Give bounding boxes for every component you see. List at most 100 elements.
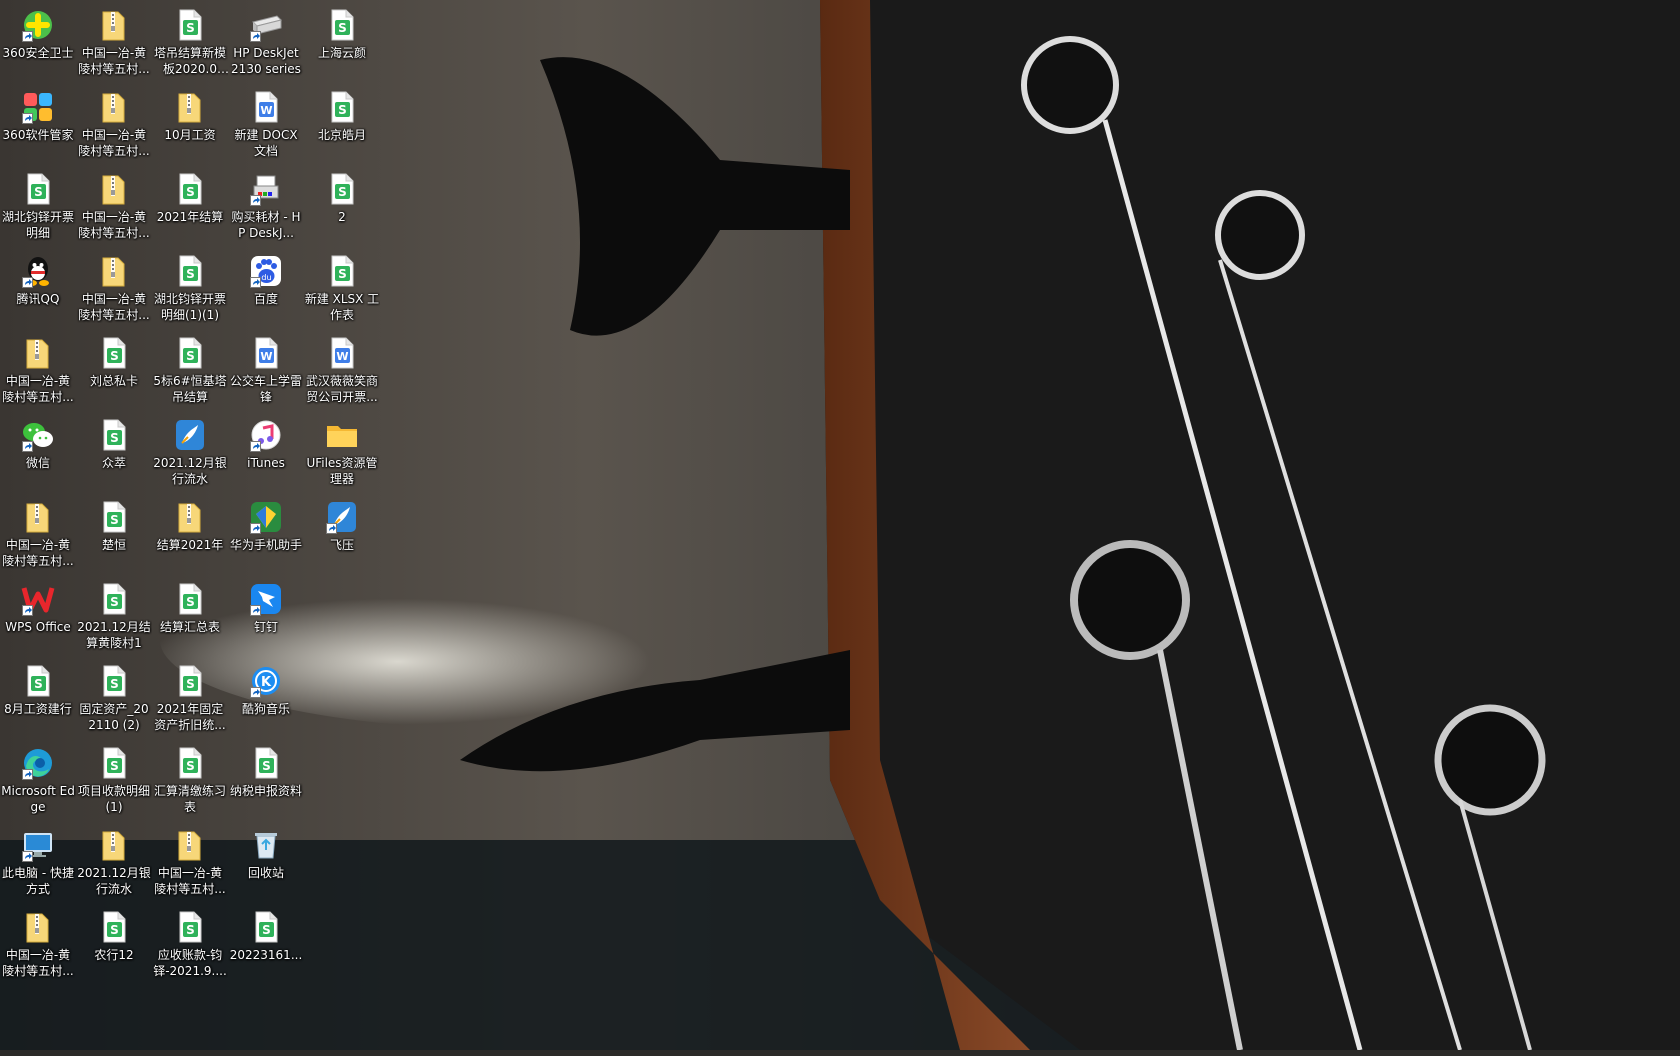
desktop-icon-49[interactable]: S 北京皓月 [304,88,380,168]
desktop-icon-13[interactable]: 中国一冶-黄陵村等五村... [76,88,152,168]
sheet-icon: S [173,254,207,288]
desktop-icon-12-23[interactable]: S 农行12 [76,908,152,988]
desktop-icon-itunes-41[interactable]: iTunes [228,416,304,496]
desktop-icon-label: iTunes [247,456,285,470]
desktop-icon-34[interactable]: 中国一冶-黄陵村等五村... [152,826,228,906]
sheet-icon: S [325,172,359,206]
desktop-icon-2020-08-24[interactable]: S 塔吊结算新模板2020.08.... [152,6,228,86]
desktop-icon-hp-deskj-38[interactable]: 购买耗材 - HP DeskJ... [228,170,304,250]
desktop-icon-4[interactable]: 中国一冶-黄陵村等五村... [0,334,76,414]
desktop-icon-label: 新建 XLSX 工作表 [304,292,380,322]
desktop-icon-label: 北京皓月 [317,128,366,142]
shortcut-arrow-icon [22,851,33,862]
desktop-icon-microsoft-edge-9[interactable]: Microsoft Edge [0,744,76,824]
desktop-icon-202110-2-20[interactable]: S 固定资产_202110 (2) [76,662,152,742]
feiya-icon [173,418,207,452]
desktop-icon-44[interactable]: K 酷狗音乐 [228,662,304,742]
desktop-icon-46[interactable]: 回收站 [228,826,304,906]
sheet-icon: S [97,418,131,452]
desktop-icon-label: 华为手机助手 [229,538,302,552]
desktop-icon-43[interactable]: 钉钉 [228,580,304,660]
desktop-icon-5[interactable]: 微信 [0,416,76,496]
svg-text:W: W [336,350,348,363]
shortcut-arrow-icon [250,605,261,616]
desktop-icon-2021-12-1-19[interactable]: S 2021.12月结算黄陵村1 [76,580,152,660]
desktop-icon-1-21[interactable]: S 项目收款明细(1) [76,744,152,824]
desktop-icon-label: 湖北钧铎开票明细 [1,210,74,240]
doc-icon: W [325,336,359,370]
sheet-icon: S [249,746,283,780]
desktop-icon-label: 中国一冶-黄陵村等五村... [154,866,226,896]
desktop-icon-label: 农行12 [94,948,134,962]
desktop-icon-12[interactable]: 中国一冶-黄陵村等五村... [76,6,152,86]
desktop-icon-2[interactable]: S 湖北钧铎开票明细 [0,170,76,250]
svg-text:W: W [260,104,272,117]
feiya-icon [325,500,359,534]
desktop-icon-label: 360安全卫士 [2,46,74,60]
desktop-icon-10[interactable]: 此电脑 - 快捷方式 [0,826,76,906]
desktop-icon-label: 2021年结算 [156,210,224,224]
desktop-icon-xlsx-51[interactable]: S 新建 XLSX 工作表 [304,252,380,332]
folder-zip-icon [21,500,55,534]
desktop-icon-2021-9-35[interactable]: S 应收账款-钧铎-2021.9.... [152,908,228,988]
desktop-icon-2021-30[interactable]: 结算2021年 [152,498,228,578]
desktop-icon-54[interactable]: 飞压 [304,498,380,578]
desktop-icon-8-8[interactable]: S 8月工资建行 [0,662,76,742]
desktop-icon-label: 应收账款-钧铎-2021.9.... [153,948,227,978]
desktop-icon-label: 中国一冶-黄陵村等五村... [78,292,150,322]
svg-text:S: S [186,923,195,937]
desktop-icon-label: 2 [338,210,346,224]
desktop-icon-360-1[interactable]: 360软件管家 [0,88,76,168]
desktop-icon-wps-office-7[interactable]: WPS Office [0,580,76,660]
desktop-icon-hp-deskjet-2130-series-36[interactable]: HP DeskJet 2130 series [228,6,304,86]
desktop-icon-42[interactable]: 华为手机助手 [228,498,304,578]
desktop-icon-18[interactable]: S 楚恒 [76,498,152,578]
svg-text:W: W [260,350,272,363]
desktop-icon-45[interactable]: S 纳税申报资料 [228,744,304,824]
desktop-icon-14[interactable]: 中国一冶-黄陵村等五村... [76,170,152,250]
desktop-icon-20223161-47[interactable]: S 20223161... [228,908,304,988]
desktop-icon-11[interactable]: 中国一冶-黄陵村等五村... [0,908,76,988]
desktop-icon-16[interactable]: S 刘总私卡 [76,334,152,414]
desktop-icon-15[interactable]: 中国一冶-黄陵村等五村... [76,252,152,332]
desktop-icon-label: 武汉薇薇笑商贸公司开票... [305,374,378,404]
desktop-icon-1-1-27[interactable]: S 湖北钧铎开票明细(1)(1) [152,252,228,332]
desktop-icon-ufiles-53[interactable]: UFiles资源管理器 [304,416,380,496]
folder-zip-icon [21,336,55,370]
folder-zip-icon [97,828,131,862]
desktop-icon-label: 回收站 [247,866,284,880]
desktop-icon-10-25[interactable]: 10月工资 [152,88,228,168]
desktop-icon-2021-32[interactable]: S 2021年固定资产折旧统... [152,662,228,742]
desktop-icon-label: 汇算清缴练习表 [153,784,226,814]
folder-zip-icon [97,8,131,42]
desktop-icon-2021-12-22[interactable]: 2021.12月银行流水 [76,826,152,906]
desktop-icon-48[interactable]: S 上海云颜 [304,6,380,86]
desktop-icon-2-50[interactable]: S2 [304,170,380,250]
desktop-icon-docx-37[interactable]: W 新建 DOCX 文档 [228,88,304,168]
desktop-icon-2021-12-29[interactable]: 2021.12月银行流水 [152,416,228,496]
desktop-icon-360-0[interactable]: 360安全卫士 [0,6,76,86]
sheet-icon: S [173,746,207,780]
svg-text:S: S [110,923,119,937]
desktop-icon-40[interactable]: W 公交车上学雷锋 [228,334,304,414]
desktop-icon-2021-26[interactable]: S 2021年结算 [152,170,228,250]
svg-text:S: S [338,21,347,35]
printer-icon [249,8,283,42]
desktop-icon-label: 湖北钧铎开票明细(1)(1) [153,292,226,322]
desktop-icon-31[interactable]: S 结算汇总表 [152,580,228,660]
desktop-icon-5-6-28[interactable]: S 5标6#恒基塔吊结算 [152,334,228,414]
desktop-icon-label: 微信 [25,456,50,470]
desktop-icon-label: 中国一冶-黄陵村等五村... [2,374,74,404]
desktop-icon-grid: 360安全卫士 360软件管家 S 湖北钧铎开票明细 腾讯QQ 中国一冶-黄陵村等五村..… [0,0,400,1056]
desktop-icon-17[interactable]: S 众萃 [76,416,152,496]
folder-icon [325,418,359,452]
desktop-icon-6[interactable]: 中国一冶-黄陵村等五村... [0,498,76,578]
desktop-icon-52[interactable]: W 武汉薇薇笑商贸公司开票... [304,334,380,414]
desktop-icon-qq-3[interactable]: 腾讯QQ [0,252,76,332]
sheet-icon: S [173,8,207,42]
desktop-icon-33[interactable]: S 汇算清缴练习表 [152,744,228,824]
desktop-icon-39[interactable]: du 百度 [228,252,304,332]
desktop-icon-label: 百度 [253,292,278,306]
desktop-icon-label: 结算2021年 [156,538,224,552]
shortcut-arrow-icon [250,441,261,452]
